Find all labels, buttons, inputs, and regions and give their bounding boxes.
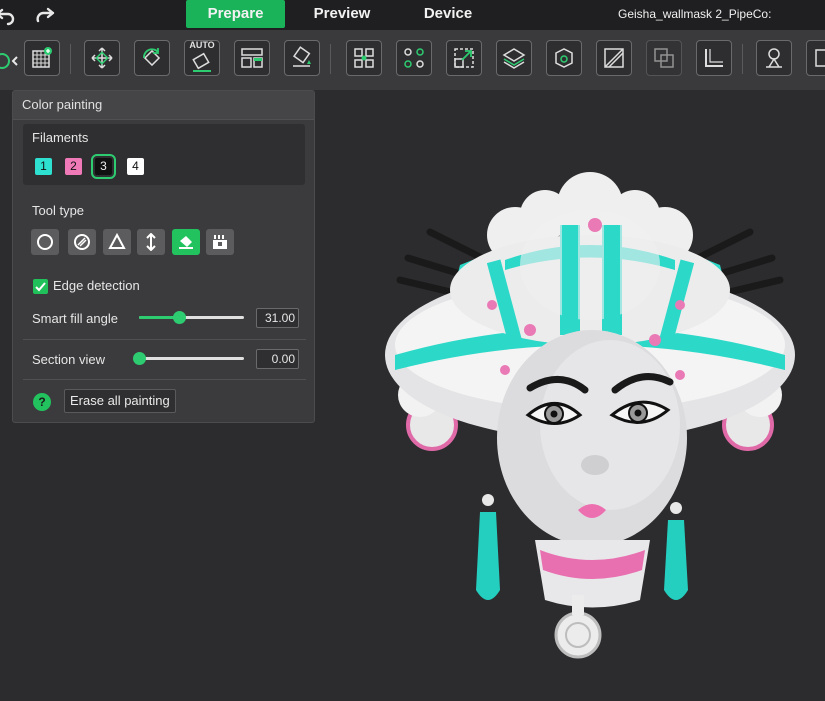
triangle-brush-icon [108, 233, 126, 249]
tool-type-label: Tool type [32, 203, 85, 218]
add-plate-icon [32, 47, 52, 68]
erase-all-painting-button[interactable]: Erase all painting [64, 389, 176, 413]
fill-bucket-icon [179, 236, 193, 249]
boolean-button[interactable] [646, 40, 682, 76]
collapse-sidebar-icon[interactable] [0, 44, 24, 78]
height-range-icon [146, 233, 156, 251]
support-paint-icon [766, 48, 782, 68]
color-painting-panel: Color painting Filaments 1 2 3 4 Tool ty… [12, 90, 315, 423]
gap-fill-icon [213, 235, 227, 249]
smart-fill-angle-label: Smart fill angle [32, 311, 118, 326]
measure-icon [705, 49, 723, 67]
layers-button[interactable] [496, 40, 532, 76]
neck-collar [535, 540, 650, 659]
undo-icon[interactable] [0, 4, 16, 26]
rotate-button[interactable] [134, 40, 170, 76]
height-range-button[interactable] [137, 229, 165, 255]
smart-fill-angle-slider[interactable] [139, 311, 244, 324]
section-view-value[interactable]: 0.00 [256, 349, 299, 369]
toolbar-separator [70, 44, 71, 74]
support-paint-button[interactable] [756, 40, 792, 76]
smart-fill-angle-knob[interactable] [173, 311, 186, 324]
split-parts-icon [404, 48, 424, 68]
lay-on-face-icon [292, 46, 311, 67]
scale-button[interactable] [446, 40, 482, 76]
auto-orient-button[interactable]: AUTO [184, 40, 220, 76]
section-view-knob[interactable] [133, 352, 146, 365]
move-icon [91, 47, 113, 69]
circle-brush-icon [37, 234, 53, 250]
triangle-brush-button[interactable] [103, 229, 131, 255]
tab-prepare[interactable]: Prepare [186, 0, 285, 28]
redo-icon[interactable] [34, 4, 56, 26]
tab-device[interactable]: Device [408, 0, 488, 28]
face [497, 330, 687, 546]
scale-icon [454, 48, 474, 68]
split-objects-icon [354, 48, 374, 68]
project-title: Geisha_wallmask 2_PipeCo: [618, 7, 772, 21]
edge-detection-label: Edge detection [53, 278, 140, 293]
gap-fill-button[interactable] [206, 229, 234, 255]
toolbar-separator [330, 44, 331, 74]
sphere-brush-icon [74, 234, 90, 250]
toolbar-separator [742, 44, 743, 74]
divider [23, 379, 306, 380]
check-icon [35, 282, 46, 292]
split-objects-button[interactable] [346, 40, 382, 76]
section-view-slider[interactable] [133, 352, 244, 365]
move-button[interactable] [84, 40, 120, 76]
cube-icon [555, 48, 573, 68]
measure-button[interactable] [696, 40, 732, 76]
section-view-label: Section view [32, 352, 105, 367]
filaments-box: Filaments 1 2 3 4 [23, 124, 305, 185]
cut-icon [604, 48, 624, 68]
filament-2[interactable]: 2 [65, 158, 82, 175]
layers-icon [502, 48, 526, 69]
filament-1[interactable]: 1 [35, 158, 52, 175]
split-parts-button[interactable] [396, 40, 432, 76]
arrange-button[interactable] [234, 40, 270, 76]
cube-button[interactable] [546, 40, 582, 76]
fill-bucket-button[interactable] [172, 229, 200, 255]
lay-on-face-button[interactable] [284, 40, 320, 76]
add-plate-button[interactable] [24, 40, 60, 76]
divider [23, 339, 306, 340]
filament-4[interactable]: 4 [127, 158, 144, 175]
model-viewport[interactable] [380, 170, 800, 680]
cut-button[interactable] [596, 40, 632, 76]
sphere-brush-button[interactable] [68, 229, 96, 255]
seam-paint-icon [815, 49, 825, 67]
help-icon[interactable]: ? [33, 393, 51, 411]
edge-detection-checkbox[interactable] [33, 279, 48, 294]
panel-title: Color painting [13, 91, 314, 120]
top-bar: Prepare Preview Device Geisha_wallmask 2… [0, 0, 825, 30]
toolbar: AUTO [0, 30, 825, 90]
seam-paint-button[interactable] [806, 40, 825, 76]
arrange-icon [241, 48, 263, 68]
smart-fill-angle-value[interactable]: 31.00 [256, 308, 299, 328]
auto-orient-icon [192, 52, 211, 72]
rotate-icon [143, 48, 161, 67]
auto-label: AUTO [189, 40, 215, 50]
filaments-label: Filaments [32, 130, 89, 145]
circle-brush-button[interactable] [31, 229, 59, 255]
filament-3[interactable]: 3 [91, 154, 116, 179]
boolean-icon [654, 48, 674, 68]
tab-preview[interactable]: Preview [300, 0, 384, 28]
